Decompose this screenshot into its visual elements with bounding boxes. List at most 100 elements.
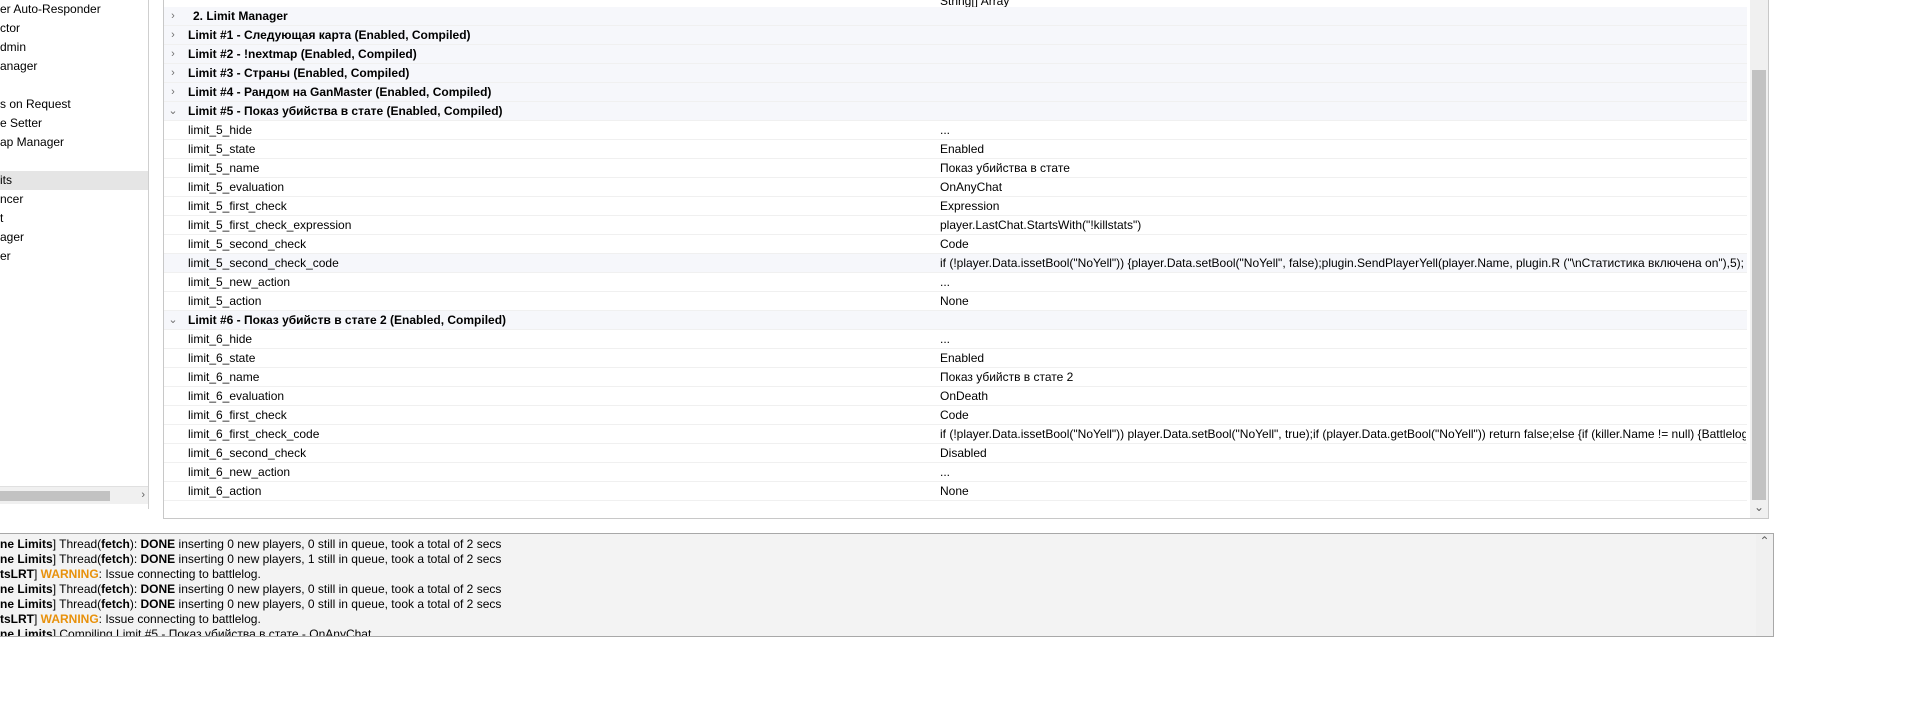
limit-row[interactable]: › Limit #1 - Следующая карта (Enabled, C… <box>164 26 1747 45</box>
vertical-scrollbar[interactable]: ⌃ <box>1756 534 1773 636</box>
property-value[interactable]: None <box>940 292 1746 311</box>
log-message: Compiling Limit #5 - Показ убийства в ст… <box>56 627 372 637</box>
property-name: limit_5_evaluation <box>188 180 285 194</box>
property-value[interactable]: OnDeath <box>940 387 1746 406</box>
property-row[interactable]: limit_6_new_action... <box>164 463 1747 482</box>
plugin-list-item[interactable]: ncer <box>0 190 23 209</box>
log-line: ne Limits] Thread(fetch): DONE inserting… <box>0 537 502 551</box>
log-line: ne Limits] Thread(fetch): DONE inserting… <box>0 597 502 611</box>
log-thread-close: ): <box>129 597 141 611</box>
log-thread: Thread( <box>59 597 102 611</box>
property-value[interactable]: if (!player.Data.issetBool("NoYell")) pl… <box>940 425 1746 444</box>
limit-row-expanded[interactable]: ⌄ Limit #5 - Показ убийства в стате (Ena… <box>164 102 1747 121</box>
expand-chevron-icon[interactable]: › <box>166 83 180 102</box>
property-value[interactable]: ... <box>940 330 1746 349</box>
property-row[interactable]: limit_5_first_check Expression <box>164 197 1747 216</box>
property-row[interactable]: limit_6_first_check_code if (!player.Data… <box>164 425 1747 444</box>
plugin-list-item[interactable]: dmin <box>0 38 26 57</box>
scroll-right-icon[interactable]: › <box>141 487 145 504</box>
property-value[interactable]: Expression <box>940 197 1746 216</box>
property-value[interactable]: ... <box>940 273 1746 292</box>
property-value[interactable]: Показ убийств в стате 2 <box>940 368 1746 387</box>
property-row[interactable]: limit_6_second_check Disabled <box>164 444 1747 463</box>
limit-row-expanded[interactable]: ⌄ Limit #6 - Показ убийств в стате 2 (En… <box>164 311 1747 330</box>
log-warning: WARNING <box>40 612 99 626</box>
property-name: limit_5_second_check <box>188 237 307 251</box>
plugin-list-item[interactable]: ap Manager <box>0 133 64 152</box>
property-row[interactable]: limit_6_action None <box>164 482 1747 501</box>
expand-chevron-icon[interactable]: › <box>166 64 180 83</box>
limit-title: Limit #3 - Страны (Enabled, Compiled) <box>188 66 410 80</box>
property-row[interactable]: limit_5_evaluation OnAnyChat <box>164 178 1747 197</box>
plugin-list-item[interactable]: ctor <box>0 19 20 38</box>
limit-row[interactable]: › Limit #4 - Рандом на GanMaster (Enable… <box>164 83 1747 102</box>
log-thread-close: ): <box>129 552 141 566</box>
limit-row[interactable]: › Limit #2 - !nextmap (Enabled, Compiled… <box>164 45 1747 64</box>
scroll-down-icon[interactable]: ⌄ <box>1750 500 1768 514</box>
property-name: limit_5_second_check_code <box>188 256 339 270</box>
expand-chevron-icon[interactable]: › <box>166 26 180 45</box>
log-source: ne Limits <box>0 627 53 637</box>
property-value[interactable]: ... <box>940 121 1746 140</box>
log-source: ne Limits <box>0 582 53 596</box>
property-value[interactable]: Enabled <box>940 140 1746 159</box>
property-name: limit_6_first_check_code <box>188 427 320 441</box>
plugin-list-item[interactable]: t <box>0 209 3 228</box>
property-value[interactable]: Disabled <box>940 444 1746 463</box>
property-value[interactable]: Enabled <box>940 349 1746 368</box>
console-log[interactable]: ne Limits] Thread(fetch): DONE inserting… <box>0 533 1774 637</box>
property-row[interactable]: limit_6_evaluation OnDeath <box>164 387 1747 406</box>
category-row[interactable]: › 2. Limit Manager <box>164 7 1747 26</box>
property-value[interactable]: if (!player.Data.issetBool("NoYell")) {p… <box>940 254 1746 273</box>
property-row[interactable]: limit_5_hide... <box>164 121 1747 140</box>
property-value[interactable]: Code <box>940 406 1746 425</box>
property-row[interactable]: limit_5_state Enabled <box>164 140 1747 159</box>
property-row[interactable]: limit_6_state Enabled <box>164 349 1747 368</box>
plugin-list-item[interactable]: e Setter <box>0 114 42 133</box>
log-message: : Issue connecting to battlelog. <box>98 612 261 626</box>
property-row[interactable]: limit_5_second_check_code if (!player.Dat… <box>164 254 1747 273</box>
property-row[interactable]: limit_5_first_check_expression player.Las… <box>164 216 1747 235</box>
horizontal-scrollbar[interactable]: › <box>0 486 148 504</box>
property-row[interactable]: limit_6_hide... <box>164 330 1747 349</box>
log-message: inserting 0 new players, 1 still in queu… <box>175 552 502 566</box>
scrollbar-thumb[interactable] <box>0 491 110 501</box>
property-row[interactable]: limit_5_new_action... <box>164 273 1747 292</box>
property-row[interactable]: limit_5_action None <box>164 292 1747 311</box>
property-value[interactable]: None <box>940 482 1746 501</box>
log-thread-close: ): <box>129 582 141 596</box>
plugin-list-item[interactable]: er Auto-Responder <box>0 0 101 19</box>
plugin-list-item-selected[interactable]: its <box>0 171 148 190</box>
property-value[interactable]: OnAnyChat <box>940 178 1746 197</box>
log-source: tsLRT <box>0 567 34 581</box>
plugin-list-item[interactable]: ager <box>0 228 24 247</box>
collapse-chevron-icon[interactable]: ⌄ <box>166 102 180 121</box>
log-line: tsLRT] WARNING: Issue connecting to batt… <box>0 612 261 626</box>
log-line: ne Limits] Compiling Limit #5 - Показ уб… <box>0 627 372 637</box>
plugin-list-item[interactable]: s on Request <box>0 95 71 114</box>
property-name: limit_6_hide <box>188 332 253 346</box>
limit-title: Limit #4 - Рандом на GanMaster (Enabled,… <box>188 85 492 99</box>
property-value[interactable]: player.LastChat.StartsWith("!killstats") <box>940 216 1746 235</box>
property-name: limit_6_second_check <box>188 446 307 460</box>
plugin-list-item[interactable]: er <box>0 247 11 266</box>
property-value[interactable]: Code <box>940 235 1746 254</box>
log-source: ne Limits <box>0 552 53 566</box>
property-name: limit_6_evaluation <box>188 389 285 403</box>
property-row[interactable]: limit_5_second_check Code <box>164 235 1747 254</box>
vertical-scrollbar[interactable]: ⌄ <box>1750 0 1768 518</box>
log-thread-name: fetch <box>101 537 130 551</box>
property-row[interactable]: limit_6_name Показ убийств в стате 2 <box>164 368 1747 387</box>
property-value[interactable]: Показ убийства в стате <box>940 159 1746 178</box>
collapse-chevron-icon[interactable]: ⌄ <box>166 311 180 330</box>
scrollbar-thumb[interactable] <box>1752 70 1766 500</box>
log-status: DONE <box>140 597 176 611</box>
expand-chevron-icon[interactable]: › <box>166 7 180 26</box>
property-row[interactable]: limit_5_name Показ убийства в стате <box>164 159 1747 178</box>
property-row[interactable]: limit_6_first_check Code <box>164 406 1747 425</box>
plugin-list-item[interactable]: anager <box>0 57 37 76</box>
limit-row[interactable]: › Limit #3 - Страны (Enabled, Compiled) <box>164 64 1747 83</box>
property-value[interactable]: ... <box>940 463 1746 482</box>
scroll-up-icon[interactable]: ⌃ <box>1756 534 1773 548</box>
expand-chevron-icon[interactable]: › <box>166 45 180 64</box>
